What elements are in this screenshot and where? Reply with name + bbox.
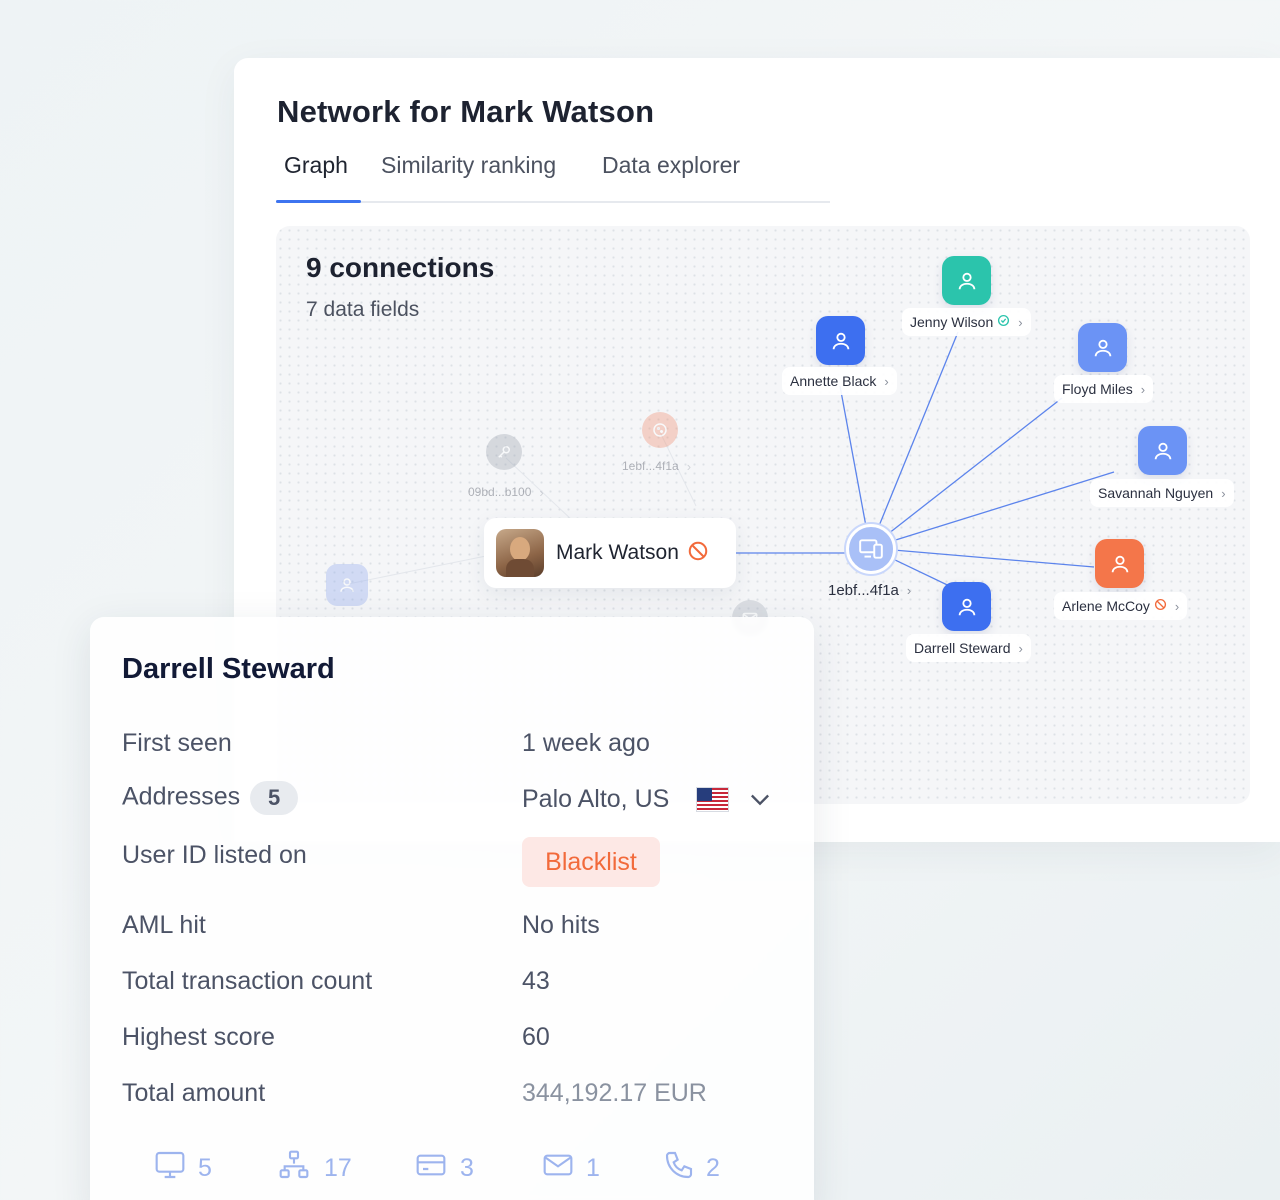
user-icon — [326, 564, 368, 606]
devices-icon[interactable] — [846, 524, 896, 574]
stat-cards[interactable]: 3 — [412, 1149, 474, 1188]
first-seen-label: First seen — [122, 729, 232, 757]
mail-icon — [540, 1149, 576, 1188]
monitor-icon — [152, 1149, 188, 1188]
node-name: Arlene McCoy — [1062, 598, 1150, 614]
tab-data-explorer[interactable]: Data explorer — [602, 150, 740, 203]
node-detail-card: Darrell Steward First seen 1 week ago Ad… — [90, 617, 814, 1200]
chevron-down-icon[interactable] — [746, 785, 774, 818]
verified-icon — [997, 314, 1010, 330]
network-icon — [274, 1149, 314, 1188]
stat-value: 5 — [198, 1154, 212, 1182]
score-value: 60 — [522, 1023, 550, 1051]
key-icon — [486, 434, 522, 470]
chevron-right-icon: › — [1018, 314, 1023, 330]
node-name: Savannah Nguyen — [1098, 485, 1214, 501]
center-node-mark-watson[interactable]: Mark Watson — [484, 518, 736, 588]
stat-network[interactable]: 17 — [274, 1149, 352, 1188]
stats-row: 5 17 3 1 2 — [90, 1149, 814, 1189]
tab-bar: Graph Similarity ranking Data explorer — [276, 150, 830, 203]
user-icon — [1078, 323, 1127, 372]
node-name: Jenny Wilson — [910, 314, 994, 330]
addresses-label-row: Addresses 5 — [122, 781, 299, 815]
node-name: Floyd Miles — [1062, 381, 1133, 397]
stat-value: 3 — [460, 1154, 474, 1182]
edge-floyd-miles — [869, 397, 1063, 549]
chevron-right-icon: › — [884, 373, 889, 389]
tab-similarity-ranking[interactable]: Similarity ranking — [381, 150, 556, 203]
user-icon — [1095, 539, 1144, 588]
addresses-label: Addresses — [122, 782, 241, 811]
cookie-icon — [642, 412, 678, 448]
chevron-right-icon: › — [1140, 381, 1146, 397]
detail-title: Darrell Steward — [122, 653, 335, 685]
active-tab-indicator — [276, 200, 361, 203]
amount-label: Total amount — [122, 1079, 266, 1107]
blacklist-badge: Blacklist — [522, 837, 660, 887]
first-seen-value: 1 week ago — [522, 729, 650, 757]
faded-edge — [347, 555, 487, 585]
card-icon — [412, 1149, 450, 1188]
stat-value: 1 — [586, 1154, 600, 1182]
addresses-count-badge: 5 — [250, 781, 299, 815]
hub-label[interactable]: 1ebf...4f1a › — [820, 576, 919, 604]
addresses-value: Palo Alto, US — [522, 785, 670, 813]
tx-count-label: Total transaction count — [122, 967, 373, 995]
hub-id: 1ebf...4f1a — [828, 581, 899, 599]
user-icon — [942, 256, 991, 305]
chevron-right-icon: › — [1174, 598, 1180, 614]
stat-phones[interactable]: 2 — [662, 1149, 720, 1188]
chevron-right-icon: › — [1221, 485, 1226, 501]
node-name: Darrell Steward — [914, 640, 1011, 656]
stat-value: 17 — [324, 1154, 352, 1182]
chevron-right-icon: › — [539, 484, 544, 500]
user-icon — [816, 316, 865, 365]
chevron-right-icon: › — [906, 582, 912, 598]
amount-value: 344,192.17 EUR — [522, 1079, 707, 1107]
stat-emails[interactable]: 1 — [540, 1149, 600, 1188]
page-title: Network for Mark Watson — [277, 94, 655, 129]
chevron-right-icon: › — [686, 458, 692, 474]
aml-value: No hits — [522, 911, 600, 939]
stat-value: 2 — [706, 1154, 720, 1182]
score-label: Highest score — [122, 1023, 275, 1051]
edge-jenny-wilson — [869, 331, 959, 549]
us-flag-icon — [696, 787, 729, 812]
center-node-name: Mark Watson — [556, 541, 679, 564]
tx-count-value: 43 — [522, 967, 550, 995]
chevron-right-icon: › — [1018, 640, 1023, 656]
faded-node-label: 09bd...b100 — [468, 485, 532, 499]
phone-icon — [662, 1149, 696, 1188]
tab-graph[interactable]: Graph — [284, 150, 348, 203]
stat-devices[interactable]: 5 — [152, 1149, 212, 1188]
blocked-icon — [1154, 598, 1167, 614]
blocked-icon — [687, 540, 709, 567]
node-name: Annette Black — [790, 373, 877, 389]
user-icon — [1138, 426, 1187, 475]
faded-node-label: 1ebf...4f1a — [622, 459, 679, 473]
aml-label: AML hit — [122, 911, 206, 939]
user-icon — [942, 582, 991, 631]
edge-savannah-nguyen — [869, 471, 1115, 549]
avatar — [496, 529, 544, 577]
userid-label: User ID listed on — [122, 841, 307, 869]
